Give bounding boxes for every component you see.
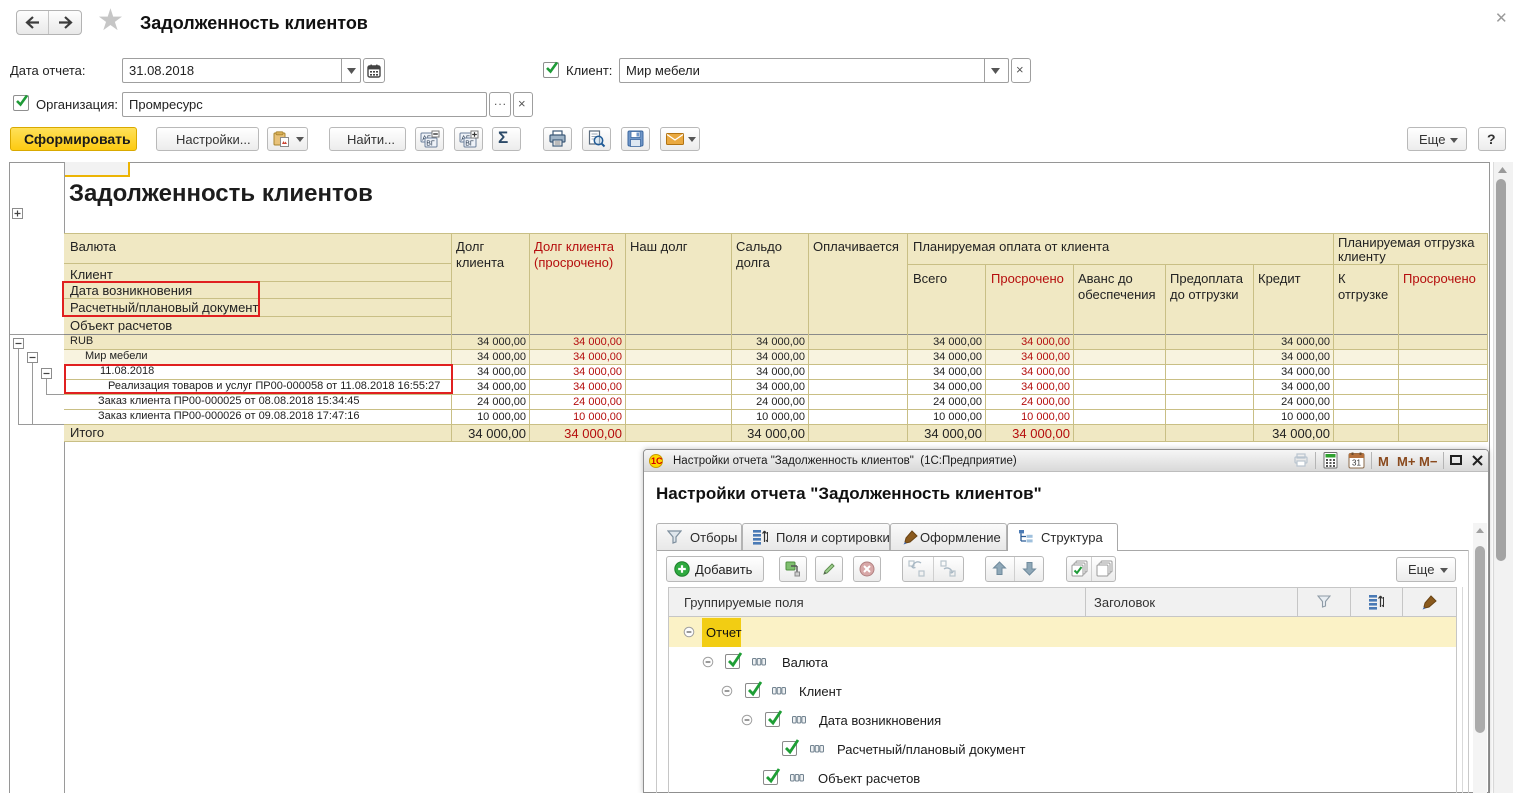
svg-text:31: 31 [1352, 459, 1361, 468]
svg-text:ВГ: ВГ [465, 141, 474, 148]
svg-text:ВГ: ВГ [426, 141, 435, 148]
